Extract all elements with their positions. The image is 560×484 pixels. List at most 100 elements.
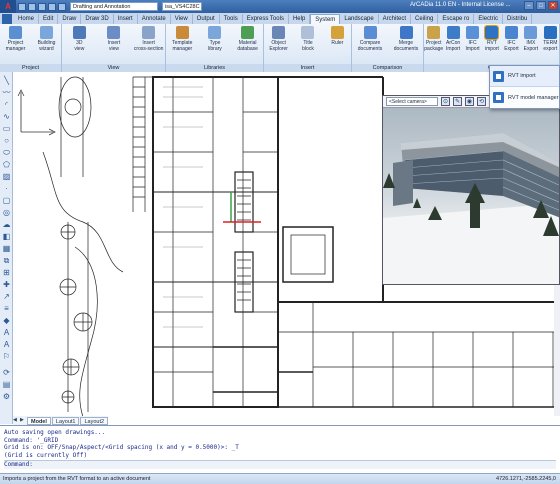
- tab-layout2[interactable]: Layout2: [80, 416, 109, 425]
- ifc-import-button[interactable]: IFC Import: [464, 26, 481, 52]
- attribute-icon[interactable]: ⚐: [2, 352, 11, 361]
- app-logo-icon[interactable]: A: [0, 0, 16, 13]
- insert-block-icon[interactable]: ⊞: [2, 268, 11, 277]
- title-block-button[interactable]: Title block: [294, 26, 321, 52]
- tab-express-tools[interactable]: Express Tools: [243, 14, 289, 24]
- compare-documents-button[interactable]: Compare documents: [353, 26, 387, 52]
- circle-tool-icon[interactable]: ○: [2, 136, 11, 145]
- rvt-model-manager-menu-item[interactable]: RVT model manager: [490, 87, 559, 108]
- workspace-select[interactable]: Drafting and Annotation: [70, 2, 158, 11]
- command-input[interactable]: Command:: [4, 460, 556, 469]
- polyline-tool-icon[interactable]: 〰: [2, 88, 11, 97]
- status-bar: Imports a project from the RVT format to…: [0, 473, 560, 484]
- merge-documents-button[interactable]: Merge documents: [389, 26, 423, 52]
- hatch-tool-icon[interactable]: ▨: [2, 172, 11, 181]
- maximize-button[interactable]: □: [536, 1, 546, 10]
- tab-layout1[interactable]: Layout1: [51, 416, 80, 425]
- save-icon[interactable]: [38, 2, 46, 11]
- ruler-button[interactable]: Ruler: [324, 26, 351, 47]
- wipeout-tool-icon[interactable]: ◧: [2, 232, 11, 241]
- undo-icon[interactable]: [48, 2, 56, 11]
- ray-tool-icon[interactable]: ↗: [2, 292, 11, 301]
- tab-ceiling[interactable]: Ceiling: [411, 14, 439, 24]
- region-tool-icon[interactable]: ▢: [2, 196, 11, 205]
- rvt-import-button[interactable]: RVT import: [483, 25, 500, 52]
- tab-edit[interactable]: Edit: [39, 14, 59, 24]
- imx-export-button[interactable]: IMX Export: [522, 26, 539, 52]
- ribbon-button-label: IFC Import: [465, 40, 480, 52]
- render-viewport[interactable]: <Select camera> ⊙ ✎ ◉ ⟲: [382, 95, 560, 285]
- polygon-tool-icon[interactable]: ⬠: [2, 160, 11, 169]
- first-tab-icon[interactable]: ◀: [13, 417, 19, 424]
- tab-electric[interactable]: Electric: [474, 14, 504, 24]
- new-file-icon[interactable]: [18, 2, 26, 11]
- spline-tool-icon[interactable]: ∿: [2, 112, 11, 121]
- refresh-icon[interactable]: ⟳: [2, 368, 11, 377]
- close-button[interactable]: ✕: [548, 1, 558, 10]
- render-mode-button[interactable]: ◉: [465, 97, 474, 106]
- arc-tool-icon[interactable]: ◜: [2, 100, 11, 109]
- file-menu-button[interactable]: [2, 14, 12, 24]
- object-explorer-button[interactable]: Object Explorer: [265, 26, 292, 52]
- block-tool-icon[interactable]: ⧉: [2, 256, 11, 265]
- construction-line-icon[interactable]: ✚: [2, 280, 11, 289]
- table-tool-icon[interactable]: ▦: [2, 244, 11, 253]
- tab-distribu[interactable]: Distribu: [503, 14, 533, 24]
- text-tool-icon[interactable]: A: [2, 340, 11, 349]
- donut-tool-icon[interactable]: ◎: [2, 208, 11, 217]
- ribbon-button-label: ArCon Import: [446, 40, 461, 52]
- tab-annotate[interactable]: Annotate: [138, 14, 171, 24]
- template-manager-button[interactable]: Template manager: [167, 26, 198, 52]
- file-select[interactable]: isa_VS4C28C: [162, 2, 202, 11]
- tab-architect[interactable]: Architect: [379, 14, 412, 24]
- properties-icon[interactable]: ⚙: [2, 392, 11, 401]
- tab-output[interactable]: Output: [193, 14, 220, 24]
- tab-draw-3d[interactable]: Draw 3D: [81, 14, 114, 24]
- ribbon-button-label: Merge documents: [393, 40, 419, 52]
- rotate-view-button[interactable]: ⟲: [477, 97, 486, 106]
- camera-select[interactable]: <Select camera>: [386, 97, 438, 106]
- tab-tools[interactable]: Tools: [220, 14, 243, 24]
- tab-escape-ro[interactable]: Escape ro: [438, 14, 475, 24]
- ifc-export-button[interactable]: IFC Export: [503, 26, 520, 52]
- tab-model[interactable]: Model: [27, 416, 51, 425]
- tab-view[interactable]: View: [171, 14, 193, 24]
- mtext-icon[interactable]: A: [2, 328, 11, 337]
- rvt-import-icon: [484, 25, 500, 40]
- rectangle-tool-icon[interactable]: ▭: [2, 124, 11, 133]
- last-tab-icon[interactable]: ▶: [20, 417, 26, 424]
- project-package-button[interactable]: Project package: [424, 26, 443, 52]
- type-library-button[interactable]: Type library: [200, 26, 231, 52]
- ellipse-tool-icon[interactable]: ⬭: [2, 148, 11, 157]
- tab-system[interactable]: System: [310, 14, 341, 24]
- cross-section-button[interactable]: Insert cross-section: [132, 26, 165, 52]
- multiline-icon[interactable]: ≡: [2, 304, 11, 313]
- title-bar: A Drafting and Annotation isa_VS4C28C Ar…: [0, 0, 560, 13]
- term-export-button[interactable]: TERM export: [542, 26, 559, 52]
- camera-target-button[interactable]: ⊙: [441, 97, 450, 106]
- ribbon-button-label: Ruler: [331, 40, 344, 46]
- point-tool-icon[interactable]: ·: [2, 184, 11, 193]
- arcon-import-button[interactable]: ArCon Import: [444, 26, 461, 52]
- rvt-import-menu-item[interactable]: RVT import: [490, 66, 559, 87]
- minimize-button[interactable]: –: [524, 1, 534, 10]
- tab-insert[interactable]: Insert: [114, 14, 138, 24]
- 3d-view-button[interactable]: 3D view: [63, 26, 96, 52]
- project-manager-button[interactable]: Project manager: [1, 26, 30, 52]
- tab-help[interactable]: Help: [289, 14, 311, 24]
- building-wizard-button[interactable]: Building wizard: [32, 26, 61, 52]
- line-tool-icon[interactable]: ╲: [2, 76, 11, 85]
- revision-cloud-icon[interactable]: ☁: [2, 220, 11, 229]
- ifc-export-icon: [504, 26, 518, 39]
- tab-home[interactable]: Home: [14, 14, 40, 24]
- edit-camera-button[interactable]: ✎: [453, 97, 462, 106]
- layer-icon[interactable]: ▤: [2, 380, 11, 389]
- insert-view-button[interactable]: Insert view: [98, 26, 131, 52]
- tab-draw[interactable]: Draw: [58, 14, 82, 24]
- tab-landscape[interactable]: Landscape: [340, 14, 379, 24]
- solid-tool-icon[interactable]: ◆: [2, 316, 11, 325]
- material-database-button[interactable]: Material database: [232, 26, 263, 52]
- open-file-icon[interactable]: [28, 2, 36, 11]
- ribbon-button-label: Insert view: [107, 40, 121, 52]
- redo-icon[interactable]: [58, 2, 66, 11]
